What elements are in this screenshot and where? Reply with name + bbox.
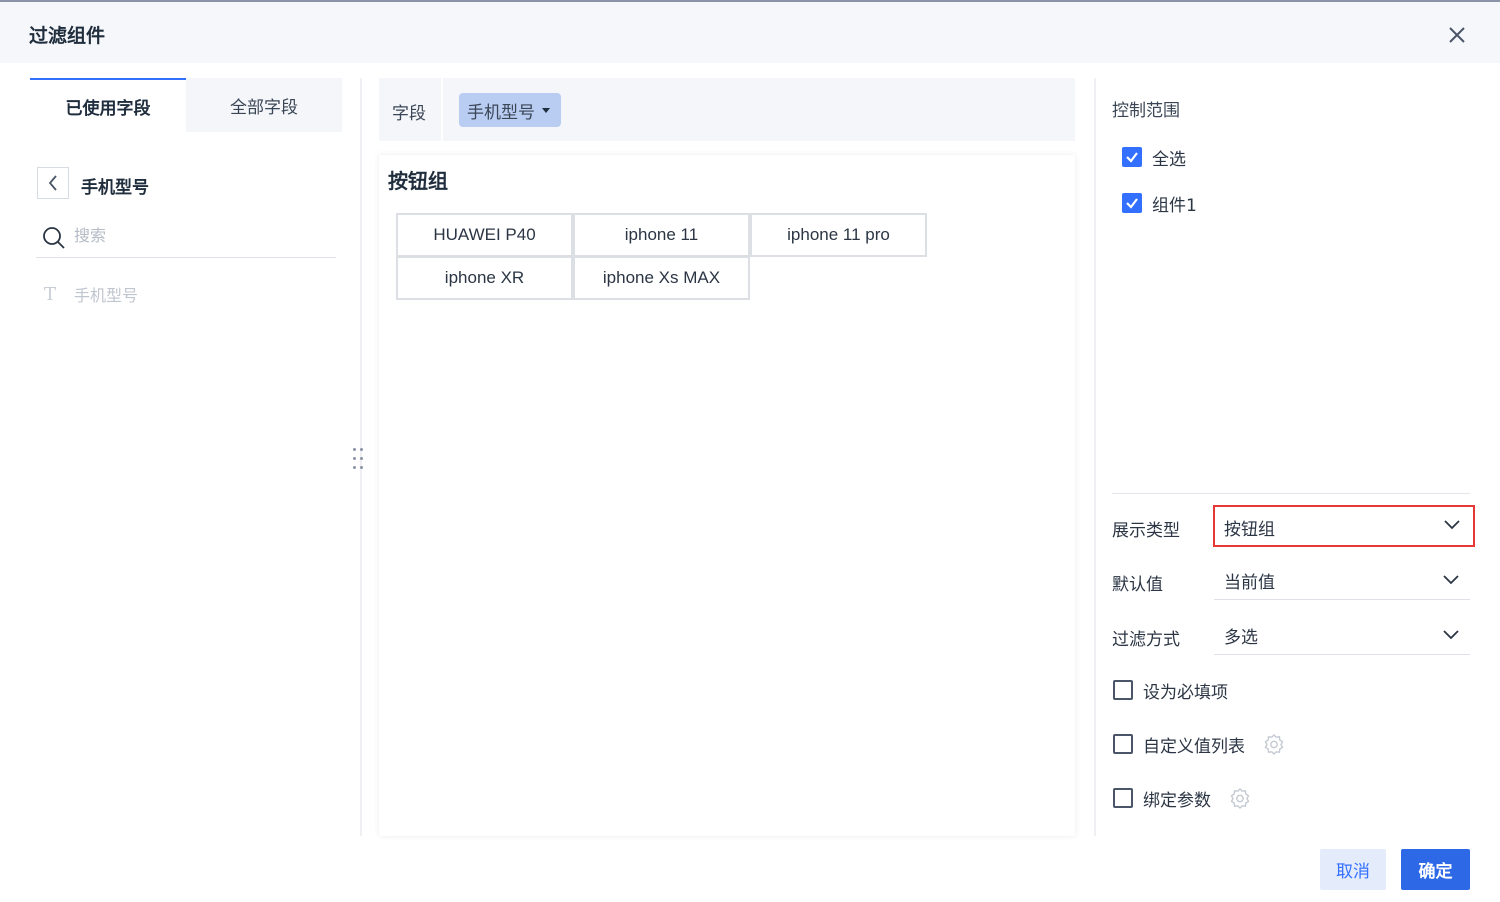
filter-mode-value: 多选: [1224, 628, 1258, 648]
default-value-value: 当前值: [1224, 573, 1275, 593]
option-button[interactable]: HUAWEI P40: [396, 213, 573, 257]
default-value-select[interactable]: 当前值: [1214, 560, 1470, 600]
scope-title: 控制范围: [1112, 101, 1180, 121]
required-label: 设为必填项: [1143, 682, 1228, 703]
field-search: [36, 216, 336, 258]
section-divider: [1112, 493, 1470, 494]
field-list-item-label: 手机型号: [74, 286, 139, 305]
current-field-title: 手机型号: [81, 178, 149, 198]
scope-component-1[interactable]: 组件1: [1122, 191, 1197, 216]
search-icon: [43, 227, 65, 249]
preview-title: 按钮组: [388, 169, 448, 193]
field-tabs: 已使用字段 全部字段: [30, 78, 342, 132]
display-type-select[interactable]: 按钮组: [1213, 505, 1475, 547]
filter-mode-select[interactable]: 多选: [1214, 615, 1470, 655]
custom-values-label: 自定义值列表: [1143, 736, 1245, 757]
field-chip-label: 手机型号: [467, 102, 535, 123]
right-divider: [1094, 78, 1096, 836]
display-type-label: 展示类型: [1112, 521, 1180, 541]
option-button[interactable]: iphone 11 pro: [750, 213, 927, 257]
confirm-button[interactable]: 确定: [1401, 849, 1470, 890]
field-bar: 字段 手机型号: [379, 78, 1075, 141]
chevron-down-icon: [1443, 630, 1459, 640]
required-checkbox[interactable]: 设为必填项: [1113, 678, 1228, 703]
gear-icon[interactable]: [1263, 733, 1285, 755]
chevron-left-icon: [48, 175, 57, 191]
scope-item-label: 全选: [1152, 149, 1186, 170]
drag-handle-icon[interactable]: [351, 446, 367, 472]
cancel-button[interactable]: 取消: [1320, 849, 1386, 890]
display-type-value: 按钮组: [1224, 520, 1275, 540]
chevron-down-icon: [1443, 575, 1459, 585]
bind-params-checkbox[interactable]: 绑定参数: [1113, 786, 1251, 811]
bind-params-label: 绑定参数: [1143, 790, 1211, 811]
custom-values-checkbox[interactable]: 自定义值列表: [1113, 732, 1285, 757]
field-bar-separator: [441, 78, 443, 141]
field-list-item[interactable]: T 手机型号: [44, 280, 138, 308]
dialog-title: 过滤组件: [29, 25, 106, 47]
option-button[interactable]: iphone 11: [573, 213, 750, 257]
text-type-icon: T: [44, 283, 57, 305]
option-button[interactable]: iphone Xs MAX: [573, 256, 750, 300]
preview-area: 按钮组 HUAWEI P40 iphone 11 iphone 11 pro i…: [379, 155, 1075, 836]
scope-select-all[interactable]: 全选: [1122, 145, 1186, 170]
checkbox-checked-icon: [1122, 193, 1142, 213]
checkbox-unchecked-icon: [1113, 680, 1133, 700]
checkbox-unchecked-icon: [1113, 788, 1133, 808]
field-chip[interactable]: 手机型号: [459, 93, 561, 127]
field-bar-label: 字段: [392, 104, 426, 124]
filter-mode-label: 过滤方式: [1112, 630, 1180, 650]
default-value-label: 默认值: [1112, 575, 1163, 595]
checkbox-checked-icon: [1122, 147, 1142, 167]
chevron-down-icon: [1444, 520, 1460, 530]
dialog-header: 过滤组件: [0, 2, 1500, 63]
close-icon[interactable]: [1446, 24, 1468, 46]
caret-down-icon: [542, 108, 550, 113]
back-button[interactable]: [37, 167, 69, 199]
tab-all-fields[interactable]: 全部字段: [186, 78, 342, 132]
search-input[interactable]: [74, 220, 324, 250]
gear-icon[interactable]: [1229, 787, 1251, 809]
tab-used-fields[interactable]: 已使用字段: [30, 78, 186, 132]
option-button[interactable]: iphone XR: [396, 256, 573, 300]
checkbox-unchecked-icon: [1113, 734, 1133, 754]
scope-item-label: 组件1: [1152, 195, 1197, 216]
